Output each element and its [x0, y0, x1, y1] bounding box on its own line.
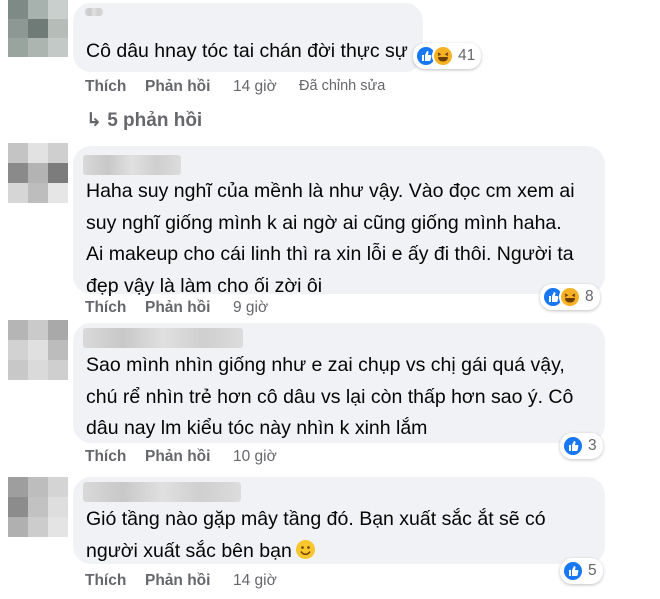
like-reaction-icon — [562, 560, 584, 582]
avatar[interactable] — [8, 320, 68, 380]
like-button[interactable]: Thích — [85, 448, 126, 466]
reply-button[interactable]: Phản hồi — [145, 78, 210, 96]
comment-timestamp[interactable]: 14 giờ — [233, 572, 277, 590]
comment-bubble: Haha suy nghĩ của mềnh là như vậy. Vào đ… — [73, 146, 605, 297]
commenter-name[interactable] — [83, 328, 243, 348]
reply-button[interactable]: Phản hồi — [145, 448, 210, 466]
comment-timestamp[interactable]: 10 giờ — [233, 448, 277, 466]
avatar[interactable] — [8, 477, 68, 537]
reaction-summary[interactable]: 41 — [413, 43, 482, 69]
commenter-name[interactable] — [83, 155, 181, 175]
reaction-summary[interactable]: 3 — [560, 433, 603, 459]
comment-bubble: Gió tầng nào gặp mây tầng đó. Bạn xuất s… — [73, 477, 605, 564]
view-replies-link[interactable]: ↳ 5 phản hồi — [86, 109, 202, 132]
commenter-name[interactable] — [85, 8, 103, 16]
avatar[interactable] — [8, 143, 68, 203]
like-button[interactable]: Thích — [85, 299, 126, 317]
edited-label[interactable]: Đã chỉnh sửa — [299, 78, 385, 94]
reaction-summary[interactable]: 5 — [560, 558, 603, 584]
comment-bubble: Sao mình nhìn giống như e zai chụp vs ch… — [73, 323, 605, 443]
comment-bubble: Cô dâu hnay tóc tai chán đời thực sự — [73, 3, 423, 72]
comment-text: Sao mình nhìn giống như e zai chụp vs ch… — [86, 354, 574, 439]
comment-text: Haha suy nghĩ của mềnh là như vậy. Vào đ… — [86, 180, 575, 297]
reaction-count: 3 — [588, 437, 597, 454]
comment-text: Cô dâu hnay tóc tai chán đời thực sự — [86, 40, 408, 62]
haha-reaction-icon — [432, 45, 454, 67]
reply-button[interactable]: Phản hồi — [145, 572, 210, 590]
comment-timestamp[interactable]: 14 giờ — [233, 78, 277, 96]
reaction-count: 5 — [588, 562, 597, 579]
haha-reaction-icon — [559, 286, 581, 308]
reaction-summary[interactable]: 8 — [540, 284, 600, 310]
reaction-count: 41 — [458, 47, 476, 64]
commenter-name[interactable] — [83, 482, 241, 502]
smile-emoji-icon — [295, 539, 315, 559]
like-reaction-icon — [562, 435, 584, 457]
reply-button[interactable]: Phản hồi — [145, 299, 210, 317]
avatar[interactable] — [8, 0, 68, 57]
like-button[interactable]: Thích — [85, 78, 126, 96]
like-button[interactable]: Thích — [85, 572, 126, 590]
comment-text: Gió tầng nào gặp mây tầng đó. Bạn xuất s… — [86, 504, 591, 567]
comment-timestamp[interactable]: 9 giờ — [233, 299, 268, 317]
comment-text-body: Gió tầng nào gặp mây tầng đó. Bạn xuất s… — [86, 508, 546, 562]
reaction-count: 8 — [585, 288, 594, 305]
